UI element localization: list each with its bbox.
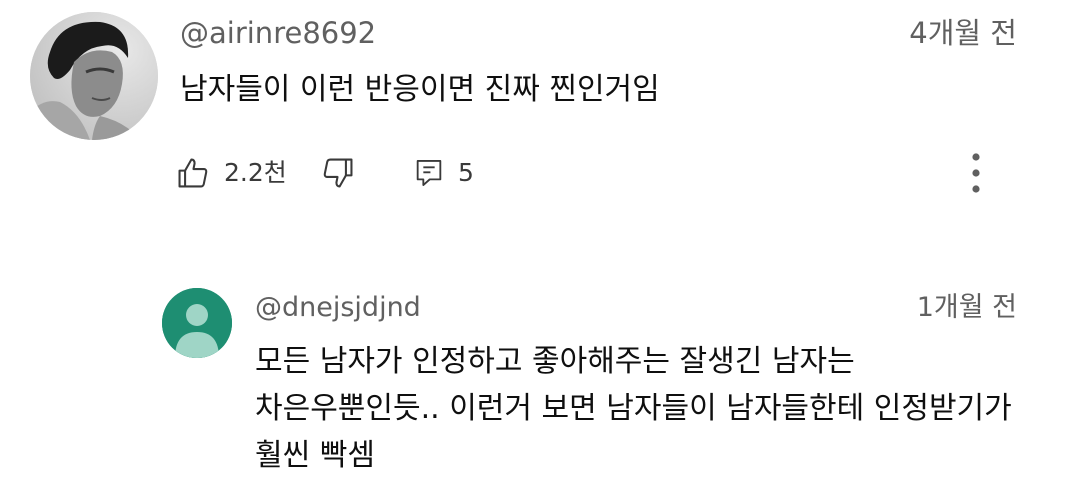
avatar[interactable] [162,288,232,358]
comments-page: @airinre8692 4개월 전 남자들이 이런 반응이면 진짜 찐인거임 … [0,0,1080,491]
reply-count: 5 [458,158,474,187]
like-button[interactable]: 2.2천 [174,150,287,196]
default-avatar-icon [162,288,232,358]
avatar[interactable] [30,12,158,140]
dislike-button[interactable] [319,150,357,196]
reply-timestamp: 1개월 전 [916,292,1017,323]
reply-comment: @dnejsjdjnd 1개월 전 모든 남자가 인정하고 좋아해주는 잘생긴 … [0,272,1080,491]
comment-actions: 2.2천 5 [174,150,1034,196]
reply-text: 모든 남자가 인정하고 좋아해주는 잘생긴 남자는 차은우뿐인듯.. 이런거 보… [255,344,1012,473]
thumbs-down-icon [323,158,353,188]
thumbs-up-icon [178,158,208,188]
reply-icon [416,160,442,186]
more-options-button[interactable] [959,150,993,196]
more-vertical-icon [972,153,980,193]
reply-author[interactable]: @dnejsjdjnd [255,288,421,328]
reply-button[interactable]: 5 [412,150,474,196]
comment-text: 남자들이 이런 반응이면 진짜 찐인거임 [180,72,660,107]
profile-photo-icon [30,12,158,140]
comment-author[interactable]: @airinre8692 [180,13,376,53]
like-count: 2.2천 [224,158,287,187]
comment-thread: @airinre8692 4개월 전 남자들이 이런 반응이면 진짜 찐인거임 … [0,0,1080,230]
comment-timestamp: 4개월 전 [909,16,1017,50]
